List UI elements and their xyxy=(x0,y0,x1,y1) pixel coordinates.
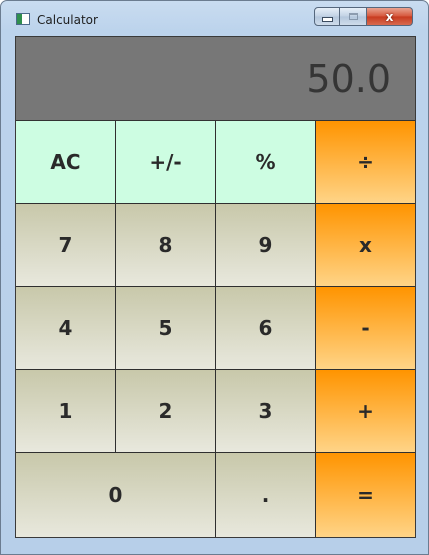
minimize-icon xyxy=(321,17,333,22)
close-icon: x xyxy=(385,9,394,24)
result-display: 50.0 xyxy=(16,37,415,121)
digit-4-button[interactable]: 4 xyxy=(16,287,116,370)
multiply-button[interactable]: x xyxy=(316,204,415,287)
digit-8-button[interactable]: 8 xyxy=(116,204,216,287)
digit-2-button[interactable]: 2 xyxy=(116,370,216,453)
display-value: 50.0 xyxy=(306,57,391,101)
maximize-button[interactable] xyxy=(340,7,367,26)
decimal-point-button[interactable]: . xyxy=(216,453,316,537)
window-controls: x xyxy=(314,7,413,26)
keypad: AC +/- % ÷ 7 8 9 x 4 5 6 - 1 2 3 + 0 . = xyxy=(16,121,415,537)
divide-button[interactable]: ÷ xyxy=(316,121,415,204)
window-title: Calculator xyxy=(37,13,98,27)
equals-button[interactable]: = xyxy=(316,453,415,537)
digit-9-button[interactable]: 9 xyxy=(216,204,316,287)
digit-6-button[interactable]: 6 xyxy=(216,287,316,370)
digit-7-button[interactable]: 7 xyxy=(16,204,116,287)
digit-5-button[interactable]: 5 xyxy=(116,287,216,370)
title-bar[interactable]: Calculator x xyxy=(1,1,428,35)
minimize-button[interactable] xyxy=(314,7,340,26)
digit-0-button[interactable]: 0 xyxy=(16,453,216,537)
calculator-window: Calculator x 50.0 AC +/- % ÷ 7 8 9 x 4 5… xyxy=(0,0,429,555)
toggle-sign-button[interactable]: +/- xyxy=(116,121,216,204)
all-clear-button[interactable]: AC xyxy=(16,121,116,204)
close-button[interactable]: x xyxy=(367,7,413,26)
percent-button[interactable]: % xyxy=(216,121,316,204)
calculator-app-icon xyxy=(16,13,30,25)
add-button[interactable]: + xyxy=(316,370,415,453)
calculator-body: 50.0 AC +/- % ÷ 7 8 9 x 4 5 6 - 1 2 3 + … xyxy=(15,36,416,538)
maximize-icon xyxy=(348,13,358,20)
digit-3-button[interactable]: 3 xyxy=(216,370,316,453)
subtract-button[interactable]: - xyxy=(316,287,415,370)
digit-1-button[interactable]: 1 xyxy=(16,370,116,453)
